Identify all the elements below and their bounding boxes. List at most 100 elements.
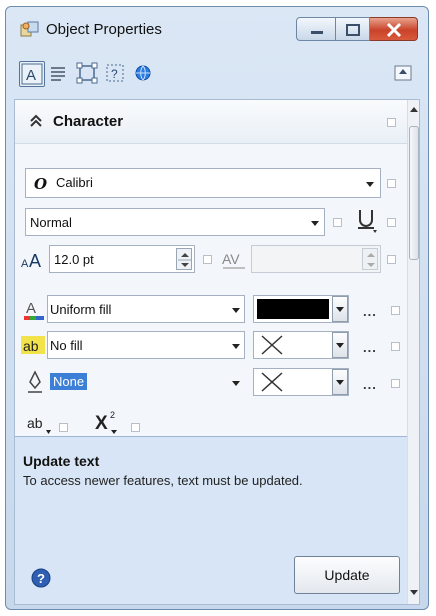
update-text-message: To access newer features, text must be u…: [23, 473, 303, 488]
minimize-icon: [311, 31, 323, 34]
character-section-header[interactable]: Character: [15, 100, 407, 144]
stepper-arrows-icon: [178, 253, 192, 267]
text-frame-tab[interactable]: ?: [103, 61, 129, 87]
more-options-button[interactable]: ...: [363, 377, 377, 392]
svg-text:2: 2: [110, 410, 115, 420]
text-fill-type-select[interactable]: Uniform fill: [47, 295, 245, 323]
chevron-down-icon: [232, 308, 240, 313]
font-family-select[interactable]: O Calibri: [25, 168, 381, 198]
svg-text:ab: ab: [23, 338, 39, 354]
chevron-down-icon: [232, 381, 240, 386]
frame-icon: [76, 62, 98, 84]
character-spacing-stepper[interactable]: [362, 248, 378, 270]
color-dropdown-button[interactable]: [332, 369, 348, 395]
font-size-value: 12.0 pt: [54, 252, 94, 267]
text-fill-icon: A: [24, 300, 44, 320]
lock-toggle[interactable]: [333, 218, 342, 227]
properties-content: Character O Calibri Normal A A 12.0 pt A…: [14, 99, 420, 605]
character-spacing-icon: AV: [222, 251, 245, 269]
no-color-icon: [261, 335, 283, 355]
scroll-thumb[interactable]: [409, 126, 419, 260]
lock-toggle[interactable]: [59, 423, 68, 432]
svg-text:A: A: [29, 251, 41, 271]
chevron-down-icon: [311, 221, 319, 226]
font-family-value: Calibri: [56, 175, 93, 190]
font-size-field[interactable]: 12.0 pt: [49, 245, 195, 273]
maximize-icon: [346, 24, 360, 36]
update-text-title: Update text: [23, 453, 100, 469]
close-icon: [386, 22, 402, 38]
outline-width-value: None: [50, 373, 88, 390]
svg-text:ab: ab: [27, 415, 43, 431]
superscript-icon[interactable]: X 2: [95, 408, 125, 436]
font-size-icon: A A: [21, 251, 41, 271]
collapse-chevron-icon: [30, 114, 42, 127]
text-fill-color-picker[interactable]: [253, 295, 349, 323]
lock-toggle[interactable]: [391, 306, 400, 315]
svg-text:AV: AV: [222, 251, 240, 267]
svg-text:?: ?: [111, 67, 118, 81]
update-button[interactable]: Update: [294, 556, 400, 594]
lock-toggle[interactable]: [387, 179, 396, 188]
lock-toggle[interactable]: [391, 342, 400, 351]
frame-tab[interactable]: [75, 61, 101, 87]
lock-toggle[interactable]: [387, 118, 396, 127]
title-bar[interactable]: Object Properties: [6, 7, 428, 51]
outline-color-picker[interactable]: [253, 368, 349, 396]
dock-icon: [394, 65, 412, 81]
object-properties-window: Object Properties A ? Character O Calibr…: [5, 6, 429, 610]
svg-text:A: A: [26, 300, 36, 317]
maximize-button[interactable]: [336, 17, 370, 41]
underline-icon[interactable]: [355, 206, 379, 234]
outline-width-select[interactable]: None: [47, 368, 245, 396]
font-style-select[interactable]: Normal: [25, 208, 325, 236]
no-color-icon: [261, 372, 283, 392]
svg-text:X: X: [95, 413, 108, 434]
background-fill-type-value: No fill: [50, 338, 83, 353]
svg-text:?: ?: [37, 571, 45, 586]
minimize-button[interactable]: [296, 17, 336, 41]
chevron-down-icon: [232, 344, 240, 349]
paragraph-icon: [51, 67, 65, 81]
chevron-down-icon: [336, 343, 344, 348]
internet-tab[interactable]: [131, 61, 157, 87]
lock-toggle[interactable]: [387, 218, 396, 227]
svg-text:O: O: [34, 176, 47, 192]
scroll-up-icon[interactable]: [410, 106, 418, 112]
section-title: Character: [53, 113, 124, 130]
character-tab[interactable]: A: [19, 61, 45, 87]
paragraph-tab[interactable]: [47, 61, 73, 87]
text-position-icon[interactable]: ab: [27, 414, 53, 436]
svg-text:A: A: [21, 258, 29, 270]
background-fill-type-select[interactable]: No fill: [47, 331, 245, 359]
vertical-scrollbar[interactable]: [407, 100, 419, 604]
background-fill-color-picker[interactable]: [253, 331, 349, 359]
help-icon[interactable]: ?: [31, 568, 51, 588]
scroll-down-icon[interactable]: [410, 590, 418, 596]
font-style-value: Normal: [30, 215, 72, 230]
dock-button[interactable]: [391, 61, 417, 87]
object-properties-icon: [20, 21, 39, 37]
chevron-down-icon: [336, 307, 344, 312]
chevron-down-icon: [366, 182, 374, 187]
more-options-button[interactable]: ...: [363, 304, 377, 319]
properties-toolbar: A ?: [15, 55, 420, 95]
globe-icon: [135, 65, 151, 81]
color-dropdown-button[interactable]: [332, 296, 348, 322]
color-dropdown-button[interactable]: [332, 332, 348, 358]
text-fill-type-value: Uniform fill: [50, 302, 112, 317]
character-panel: Character O Calibri Normal A A 12.0 pt A…: [15, 100, 407, 604]
chevron-down-icon: [336, 380, 344, 385]
character-spacing-field[interactable]: [251, 245, 381, 273]
more-options-button[interactable]: ...: [363, 340, 377, 355]
text-frame-icon: ?: [106, 64, 124, 82]
font-size-stepper[interactable]: [176, 248, 192, 270]
svg-text:A: A: [26, 67, 36, 84]
outline-pen-icon: [28, 370, 42, 393]
lock-toggle[interactable]: [203, 255, 212, 264]
close-button[interactable]: [370, 17, 418, 41]
lock-toggle[interactable]: [391, 379, 400, 388]
lock-toggle[interactable]: [387, 255, 396, 264]
color-swatch: [257, 299, 329, 319]
lock-toggle[interactable]: [131, 423, 140, 432]
